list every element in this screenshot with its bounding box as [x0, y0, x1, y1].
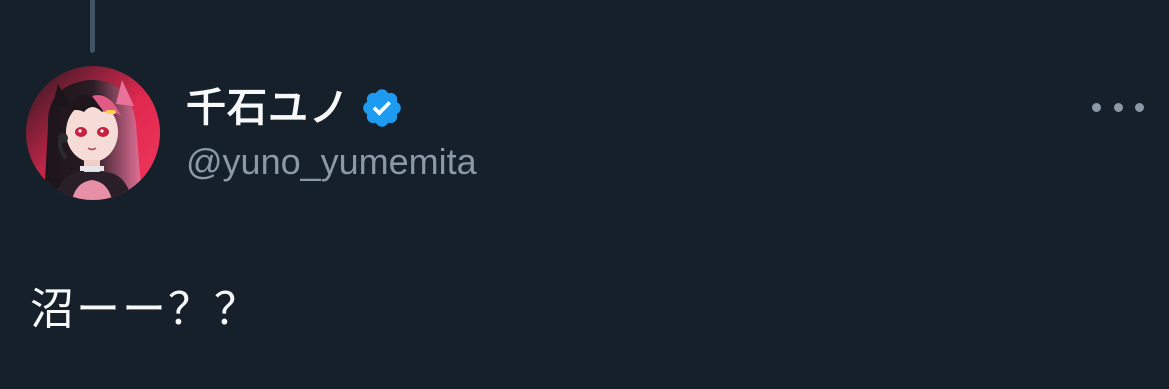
more-dot: [1113, 102, 1123, 112]
author-handle[interactable]: @yuno_yumemita: [186, 138, 477, 186]
verified-badge-icon: [360, 86, 404, 130]
avatar-illustration: [26, 66, 160, 200]
author-name-row[interactable]: 千石ユノ: [186, 80, 404, 136]
display-name[interactable]: 千石ユノ: [186, 80, 350, 136]
more-dot: [1135, 102, 1144, 112]
tweet-text: 沼ーー？？: [30, 284, 260, 335]
more-dot: [1092, 102, 1101, 112]
more-options-icon[interactable]: [1092, 94, 1144, 120]
tweet-card: 千石ユノ @yuno_yumemita 沼ーー？？: [0, 0, 1169, 389]
avatar[interactable]: [26, 66, 160, 200]
thread-connector-line: [90, 0, 95, 53]
